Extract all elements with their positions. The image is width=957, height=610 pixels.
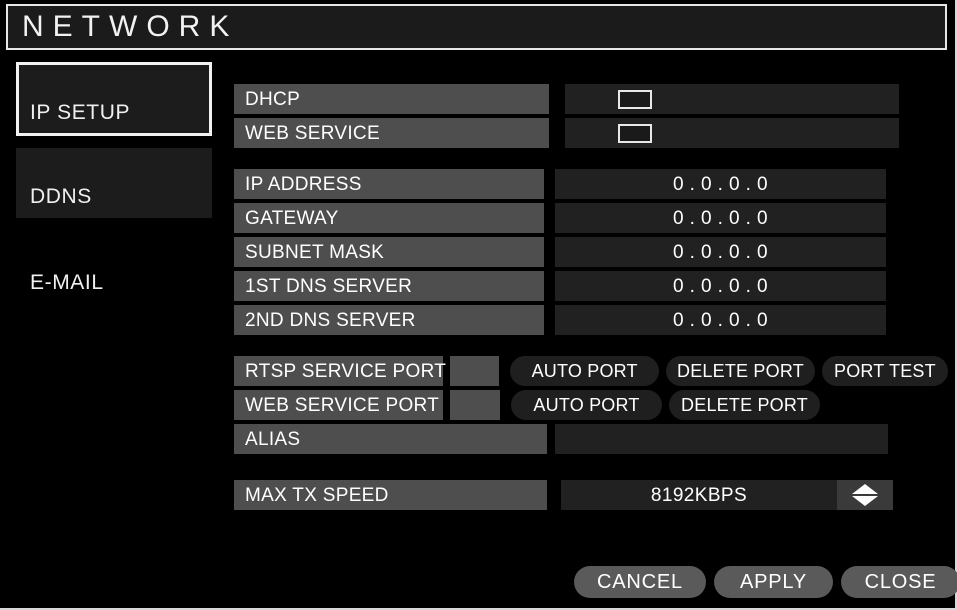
ip-address-value: 0 . 0 . 0 . 0 [673,173,768,195]
subnet-mask-label-chip: SUBNET MASK [234,237,544,267]
web-service-port-label-chip: WEB SERVICE PORT [234,390,443,420]
row-max-tx-speed: MAX TX SPEED 8192KBPS [234,480,899,510]
alias-label: ALIAS [245,428,301,450]
rtsp-delete-port-label: DELETE PORT [677,361,804,381]
row-dhcp: DHCP [234,84,899,114]
row-subnet-mask: SUBNET MASK 0 . 0 . 0 . 0 [234,237,899,267]
rtsp-delete-port-button[interactable]: DELETE PORT [666,356,815,386]
triangle-up-icon[interactable] [852,484,878,494]
apply-button-label: APPLY [740,571,807,593]
network-settings-window: NETWORK IP SETUP DDNS E-MAIL DHCP WEB SE… [0,0,957,610]
second-dns-server-label-chip: 2ND DNS SERVER [234,305,544,335]
subnet-mask-value: 0 . 0 . 0 . 0 [673,241,768,263]
web-delete-port-button[interactable]: DELETE PORT [669,390,820,420]
sidebar-item-label: IP SETUP [30,101,131,124]
rtsp-auto-port-button[interactable]: AUTO PORT [510,356,660,386]
subnet-mask-label: SUBNET MASK [245,241,385,263]
rtsp-port-test-button[interactable]: PORT TEST [821,356,948,386]
rtsp-service-port-label: RTSP SERVICE PORT [245,360,447,382]
dhcp-value-field [565,84,899,114]
alias-label-chip: ALIAS [234,424,547,454]
gateway-label-chip: GATEWAY [234,203,544,233]
first-dns-server-value: 0 . 0 . 0 . 0 [673,275,768,297]
web-service-checkbox[interactable] [618,123,652,143]
max-tx-speed-label-chip: MAX TX SPEED [234,480,547,510]
sidebar-item-label: DDNS [30,185,92,208]
web-auto-port-label: AUTO PORT [533,395,640,415]
close-button-label: CLOSE [864,571,937,593]
web-service-port-label: WEB SERVICE PORT [245,394,440,416]
triangle-down-icon[interactable] [852,496,878,506]
ip-address-label-chip: IP ADDRESS [234,169,544,199]
rtsp-port-test-label: PORT TEST [834,361,936,381]
page-title: NETWORK [22,10,239,43]
dhcp-label: DHCP [245,88,301,110]
web-delete-port-label: DELETE PORT [681,395,808,415]
rtsp-service-port-label-chip: RTSP SERVICE PORT [234,356,447,386]
sidebar-item-e-mail[interactable]: E-MAIL [16,234,212,304]
cancel-button-label: CANCEL [597,571,683,593]
web-service-value-field [565,118,899,148]
web-service-label: WEB SERVICE [245,122,380,144]
gateway-value: 0 . 0 . 0 . 0 [673,207,768,229]
dhcp-label-chip: DHCP [234,84,549,114]
second-dns-server-field[interactable]: 0 . 0 . 0 . 0 [555,305,886,335]
max-tx-speed-field[interactable]: 8192KBPS [561,480,837,510]
window-body: IP SETUP DDNS E-MAIL DHCP WEB SERVICE IP… [6,56,957,604]
row-gateway: GATEWAY 0 . 0 . 0 . 0 [234,203,899,233]
row-alias: ALIAS [234,424,899,454]
row-web-service-port: WEB SERVICE PORT AUTO PORT DELETE PORT [234,390,948,420]
title-bar: NETWORK [6,4,947,50]
row-first-dns-server: 1ST DNS SERVER 0 . 0 . 0 . 0 [234,271,899,301]
apply-button[interactable]: APPLY [714,566,833,598]
web-service-label-chip: WEB SERVICE [234,118,549,148]
sidebar-item-label: E-MAIL [30,271,104,294]
sidebar-item-ddns[interactable]: DDNS [16,148,212,218]
subnet-mask-field[interactable]: 0 . 0 . 0 . 0 [555,237,886,267]
first-dns-server-label-chip: 1ST DNS SERVER [234,271,544,301]
row-rtsp-service-port: RTSP SERVICE PORT AUTO PORT DELETE PORT … [234,356,948,386]
second-dns-server-value: 0 . 0 . 0 . 0 [673,309,768,331]
rtsp-service-port-input[interactable] [450,356,500,386]
close-button[interactable]: CLOSE [841,566,957,598]
alias-field[interactable] [555,424,888,454]
web-service-port-input[interactable] [450,390,500,420]
row-ip-address: IP ADDRESS 0 . 0 . 0 . 0 [234,169,899,199]
max-tx-speed-stepper[interactable] [837,480,893,510]
ip-address-field[interactable]: 0 . 0 . 0 . 0 [555,169,886,199]
second-dns-server-label: 2ND DNS SERVER [245,309,416,331]
first-dns-server-field[interactable]: 0 . 0 . 0 . 0 [555,271,886,301]
sidebar: IP SETUP DDNS E-MAIL [6,56,218,604]
gateway-field[interactable]: 0 . 0 . 0 . 0 [555,203,886,233]
max-tx-speed-value: 8192KBPS [650,484,748,506]
sidebar-item-ip-setup[interactable]: IP SETUP [16,62,212,136]
cancel-button[interactable]: CANCEL [574,566,706,598]
dhcp-checkbox[interactable] [618,89,652,109]
row-web-service: WEB SERVICE [234,118,899,148]
ip-address-label: IP ADDRESS [245,173,362,195]
settings-panel: DHCP WEB SERVICE IP ADDRESS 0 . 0 . 0 . … [218,56,957,604]
row-second-dns-server: 2ND DNS SERVER 0 . 0 . 0 . 0 [234,305,899,335]
gateway-label: GATEWAY [245,207,339,229]
rtsp-auto-port-label: AUTO PORT [531,361,638,381]
max-tx-speed-label: MAX TX SPEED [245,484,389,506]
web-auto-port-button[interactable]: AUTO PORT [511,390,662,420]
first-dns-server-label: 1ST DNS SERVER [245,275,413,297]
